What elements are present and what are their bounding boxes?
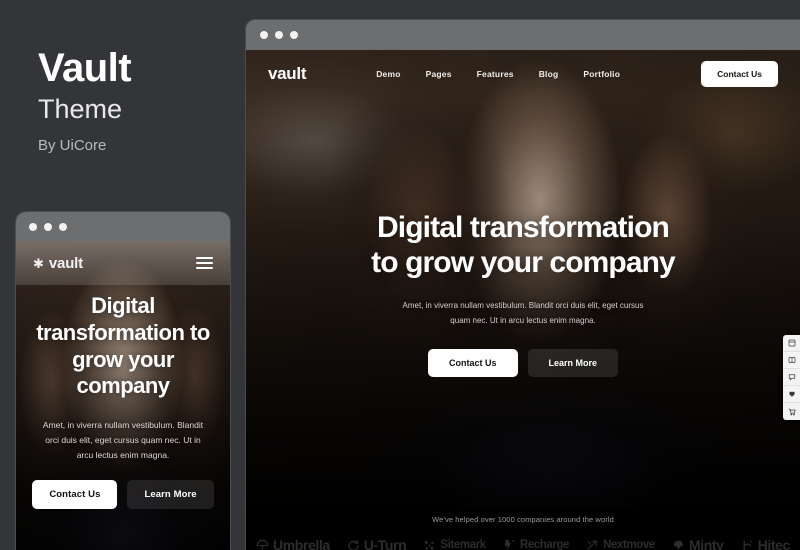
desktop-logo[interactable]: vault bbox=[268, 64, 306, 84]
theme-author: By UiCore bbox=[38, 137, 107, 154]
side-toolbar bbox=[783, 335, 800, 420]
mobile-hero-buttons: Contact Us Learn More bbox=[30, 479, 216, 509]
client-logo-label: Recharge bbox=[519, 539, 570, 550]
mobile-logo-text: vault bbox=[48, 254, 83, 272]
umbrella-icon bbox=[256, 539, 269, 550]
client-logo-minty[interactable]: Minty bbox=[672, 537, 724, 550]
hero-heading-line-2: to grow your company bbox=[371, 246, 676, 280]
u-turn-arrow-icon bbox=[348, 539, 359, 550]
desktop-hero-content: Digital transformation to grow your comp… bbox=[246, 210, 800, 377]
desktop-browser-chrome bbox=[246, 20, 800, 50]
window-dot-close[interactable] bbox=[260, 31, 268, 39]
desktop-hero-paragraph: Amet, in viverra nullam vestibulum. Blan… bbox=[402, 301, 644, 326]
mobile-preview-viewport: ✱ vault Digital transformation to grow y… bbox=[16, 241, 230, 550]
nav-item-demo[interactable]: Demo bbox=[376, 69, 400, 79]
client-logo-sitemark[interactable]: Sitemark bbox=[423, 539, 486, 550]
client-logo-label: U-Turn bbox=[363, 537, 407, 550]
window-dot-maximize[interactable] bbox=[290, 31, 298, 39]
page-layout-icon[interactable] bbox=[783, 335, 800, 352]
window-dot-maximize[interactable] bbox=[59, 222, 67, 231]
page-subtitle: Theme bbox=[38, 94, 123, 124]
desktop-hero-heading: Digital transformation to grow your comp… bbox=[276, 210, 770, 280]
mobile-preview-window: ✱ vault Digital transformation to grow y… bbox=[16, 212, 230, 550]
mobile-contact-us-button[interactable]: Contact Us bbox=[32, 479, 118, 509]
client-logo-u-turn[interactable]: U-Turn bbox=[347, 537, 407, 550]
mobile-navbar: ✱ vault bbox=[16, 241, 230, 285]
nav-item-features[interactable]: Features bbox=[477, 69, 514, 79]
hero-heading-line-1: Digital transformation bbox=[377, 211, 670, 244]
nav-item-pages[interactable]: Pages bbox=[426, 69, 452, 79]
mobile-hero-heading: Digital transformation to grow your comp… bbox=[36, 293, 210, 399]
nextmove-arrow-icon bbox=[587, 540, 598, 550]
nav-item-portfolio[interactable]: Portfolio bbox=[583, 69, 620, 79]
client-logo-label: Hitec bbox=[757, 537, 791, 550]
desktop-preview-viewport: vault Demo Pages Features Blog Portfolio… bbox=[246, 50, 800, 550]
window-dot-minimize[interactable] bbox=[44, 222, 52, 231]
client-logo-label: Umbrella bbox=[273, 537, 330, 550]
nav-contact-us-button[interactable]: Contact Us bbox=[701, 60, 778, 87]
hitec-icon bbox=[743, 540, 752, 550]
desktop-navbar: vault Demo Pages Features Blog Portfolio… bbox=[246, 50, 800, 97]
mobile-hero-paragraph: Amet, in viverra nullam vestibulum. Blan… bbox=[42, 420, 204, 461]
chat-bubble-icon[interactable] bbox=[783, 369, 800, 386]
desktop-preview-window: vault Demo Pages Features Blog Portfolio… bbox=[246, 20, 800, 550]
clients-caption: We've helped over 1000 companies around … bbox=[432, 515, 614, 524]
lightning-bolt-icon bbox=[504, 539, 515, 550]
client-logos-section: We've helped over 1000 companies around … bbox=[246, 507, 800, 550]
sitemark-burst-icon bbox=[425, 540, 434, 550]
client-logo-recharge[interactable]: Recharge bbox=[503, 539, 569, 550]
mobile-hero-section: Digital transformation to grow your comp… bbox=[16, 293, 230, 509]
hero-learn-more-button[interactable]: Learn More bbox=[527, 348, 619, 377]
desktop-nav-menu: Demo Pages Features Blog Portfolio bbox=[376, 69, 620, 79]
desktop-hero-buttons: Contact Us Learn More bbox=[276, 348, 770, 377]
asterisk-icon: ✱ bbox=[33, 255, 44, 271]
client-logo-hitec[interactable]: Hitec bbox=[741, 537, 790, 550]
shopping-cart-icon[interactable] bbox=[783, 403, 800, 420]
hero-contact-us-button[interactable]: Contact Us bbox=[427, 348, 518, 377]
window-dot-minimize[interactable] bbox=[275, 31, 283, 39]
mobile-browser-chrome bbox=[16, 212, 230, 241]
mobile-learn-more-button[interactable]: Learn More bbox=[127, 479, 214, 509]
client-logo-label: Nextmove bbox=[603, 539, 655, 550]
book-open-icon[interactable] bbox=[783, 352, 800, 369]
hamburger-menu-icon[interactable] bbox=[196, 257, 213, 269]
client-logo-umbrella[interactable]: Umbrella bbox=[256, 537, 330, 550]
client-logo-label: Minty bbox=[689, 537, 724, 550]
client-logo-label: Sitemark bbox=[440, 539, 486, 550]
mobile-logo[interactable]: ✱ vault bbox=[33, 255, 83, 272]
mint-leaf-icon bbox=[673, 540, 684, 550]
client-logos-row: Umbrella U-Turn Sitemark Recharge Nextmo bbox=[246, 537, 800, 550]
window-dot-close[interactable] bbox=[29, 222, 37, 231]
nav-item-blog[interactable]: Blog bbox=[539, 69, 559, 79]
desktop-hero-section: vault Demo Pages Features Blog Portfolio… bbox=[246, 50, 800, 507]
heart-balloon-icon[interactable] bbox=[783, 386, 800, 403]
page-title: Vault bbox=[38, 46, 132, 90]
client-logo-nextmove[interactable]: Nextmove bbox=[586, 539, 655, 550]
